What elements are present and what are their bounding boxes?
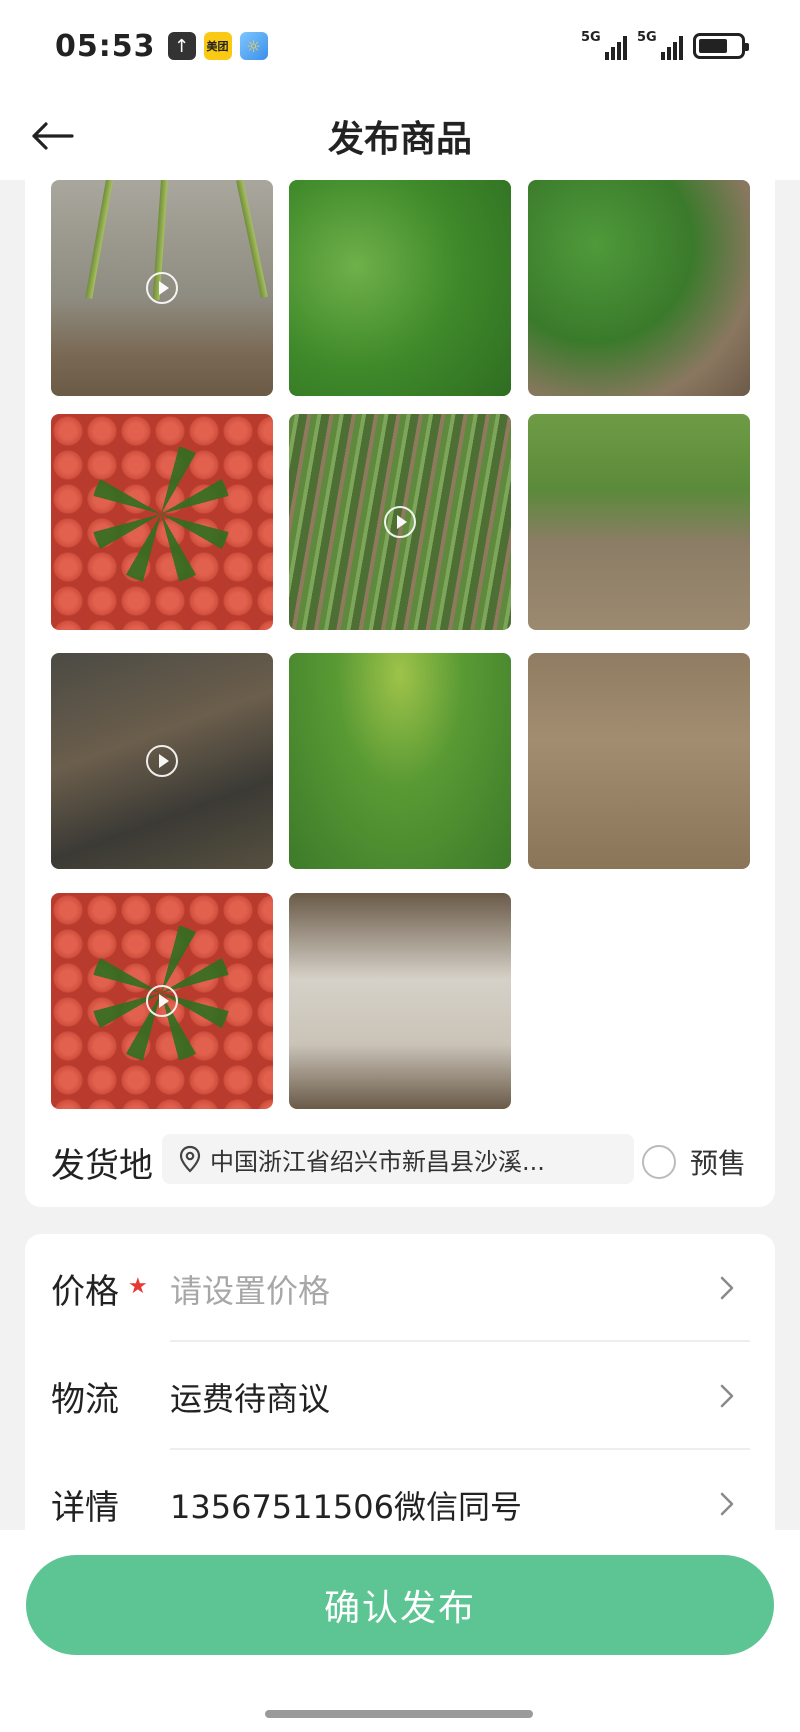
notification-icons: ↑ 美团 ☼ [167, 32, 268, 60]
presale-option[interactable]: 预售 [642, 1142, 746, 1182]
chevron-right-icon [715, 1490, 739, 1518]
status-bar: 05:53 ↑ 美团 ☼ 5G 5G [0, 0, 800, 92]
media-thumbnail[interactable] [51, 893, 273, 1109]
presale-radio[interactable] [642, 1145, 676, 1179]
details-value: 13567511506微信同号 [170, 1488, 522, 1526]
arrow-left-icon [32, 122, 74, 150]
signal-icon: 5G [637, 30, 683, 60]
signal-label: 5G [581, 30, 601, 45]
play-icon [146, 272, 178, 304]
header: 发布商品 [0, 92, 800, 180]
logistics-row[interactable]: 物流 运费待商议 [25, 1342, 775, 1450]
leaf-decoration [91, 444, 231, 584]
media-thumbnail[interactable] [51, 414, 273, 630]
price-row[interactable]: 价格 ★ 请设置价格 [25, 1234, 775, 1342]
logistics-value: 运费待商议 [170, 1380, 331, 1418]
presale-label: 预售 [690, 1147, 747, 1180]
signal-label: 5G [637, 30, 657, 45]
media-thumbnail[interactable] [289, 653, 511, 869]
page-title: 发布商品 [327, 119, 472, 160]
back-button[interactable] [26, 110, 78, 162]
details-label: 详情 [51, 1488, 119, 1528]
media-thumbnail[interactable] [528, 180, 750, 396]
status-right: 5G 5G [581, 30, 749, 60]
status-time: 05:53 [55, 28, 156, 64]
media-thumbnail[interactable] [51, 180, 273, 396]
shipping-location-field[interactable]: 中国浙江省绍兴市新昌县沙溪... [162, 1134, 634, 1184]
required-star-icon: ★ [128, 1274, 148, 1299]
play-icon [146, 745, 178, 777]
upload-icon: ↑ [167, 32, 196, 60]
location-pin-icon [179, 1145, 201, 1173]
chevron-right-icon [715, 1382, 739, 1410]
media-thumbnail[interactable] [289, 893, 511, 1109]
play-icon [384, 506, 416, 538]
confirm-publish-button[interactable]: 确认发布 [26, 1555, 774, 1655]
meituan-icon: 美团 [203, 32, 232, 60]
signal-icon: 5G [581, 30, 627, 60]
weather-icon: ☼ [239, 32, 268, 60]
shipping-location-text: 中国浙江省绍兴市新昌县沙溪... [210, 1147, 545, 1176]
media-thumbnail[interactable] [289, 414, 511, 630]
shipping-label: 发货地 [51, 1146, 153, 1186]
media-thumbnail[interactable] [528, 414, 750, 630]
media-thumbnail[interactable] [528, 653, 750, 869]
price-label: 价格 [51, 1272, 119, 1312]
chevron-right-icon [715, 1274, 739, 1302]
play-icon [146, 985, 178, 1017]
home-indicator[interactable] [265, 1710, 533, 1718]
logistics-label: 物流 [51, 1380, 119, 1420]
product-form: 价格 ★ 请设置价格 物流 运费待商议 详情 13567511506微信同号 [25, 1234, 775, 1534]
bottom-action-bar: 确认发布 [0, 1530, 800, 1732]
media-thumbnail[interactable] [51, 653, 273, 869]
battery-icon [693, 33, 749, 59]
media-thumbnail[interactable] [289, 180, 511, 396]
price-placeholder: 请设置价格 [170, 1272, 331, 1310]
media-card [25, 180, 775, 1207]
